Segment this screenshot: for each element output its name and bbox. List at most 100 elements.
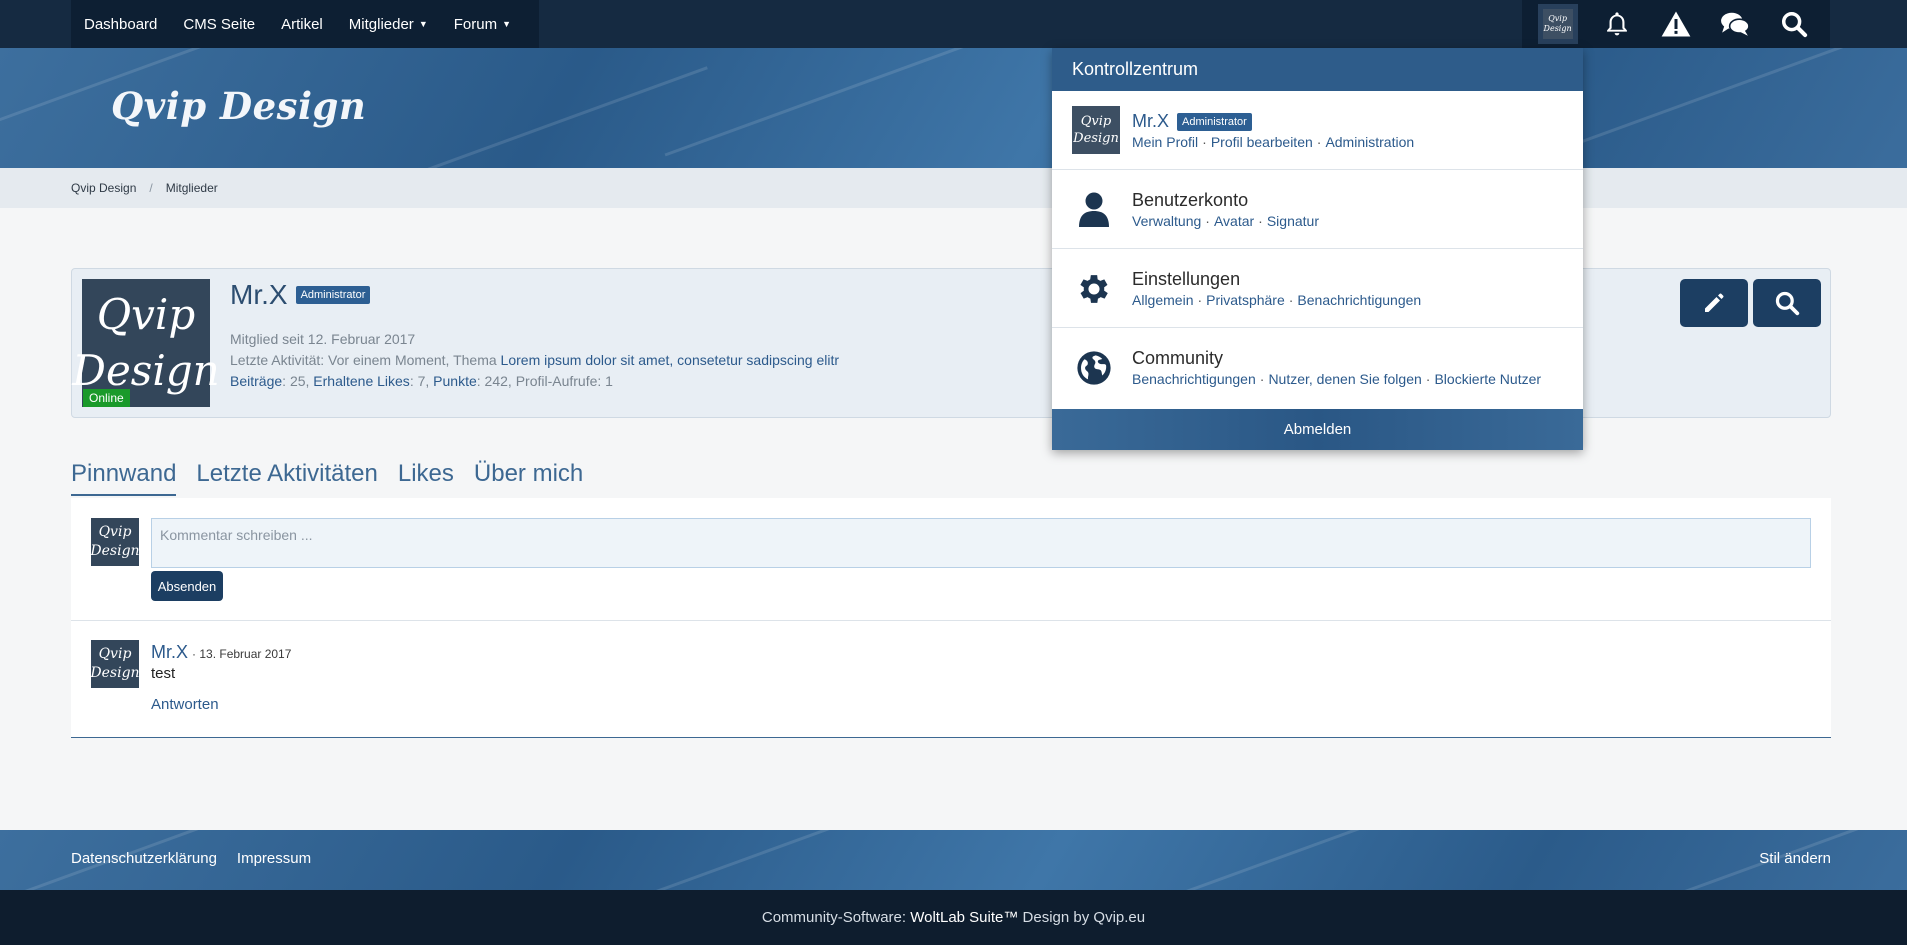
warning-icon [1661,11,1691,37]
copyright-product-link[interactable]: WoltLab Suite™ [910,909,1018,926]
last-activity-label: Letzte Aktivität: Vor einem Moment, [230,352,450,368]
link-allgemein[interactable]: Allgemein [1132,292,1193,308]
dropdown-user-name-row: Mr.X Administrator [1132,111,1252,132]
avatar[interactable]: Qvip Design [90,640,140,688]
avatar-text-line: Qvip [1548,14,1567,23]
dropdown-section-community: Community Benachrichtigungen · Nutzer, den… [1052,328,1583,407]
conversations-button[interactable] [1715,4,1755,44]
comment-input[interactable]: Kommentar schreiben ... [151,518,1811,568]
nav-cms-seite[interactable]: CMS Seite [170,0,268,48]
link-administration[interactable]: Administration [1325,134,1414,150]
user-avatar-icon: Qvip Design [1072,106,1120,154]
search-button[interactable] [1774,4,1814,44]
nav-cms-label: CMS Seite [183,15,256,33]
user-rank-badge: Administrator [295,286,371,304]
search-icon [1782,11,1808,38]
post-author-link[interactable]: Mr.X [151,642,188,663]
breadcrumb-item-members[interactable]: Mitglieder [166,181,218,195]
link-signatur[interactable]: Signatur [1267,213,1319,229]
dropdown-section-links: Verwaltung · Avatar · Signatur [1132,213,1319,229]
avatar-text-line: Design [90,665,140,681]
link-blocked-users[interactable]: Blockierte Nutzer [1434,371,1541,387]
copyright: Community-Software: WoltLab Suite™ Desig… [0,890,1907,945]
tab-pinnwand[interactable]: Pinnwand [71,460,177,496]
avatar-text-line: Design [1073,131,1119,146]
stat-posts-value: 25 [289,373,306,389]
last-activity-thread-link[interactable]: Lorem ipsum dolor sit amet, consetetur s… [501,352,839,368]
tab-ueber-mich[interactable]: Über mich [474,460,583,496]
link-my-profile[interactable]: Mein Profil [1132,134,1198,150]
nav-dashboard[interactable]: Dashboard [71,0,170,48]
profile-stats: Beiträge: 25, Erhaltene Likes: 7, Punkte… [230,373,613,389]
tab-letzte-aktivitaeten[interactable]: Letzte Aktivitäten [196,460,377,496]
bell-icon [1606,12,1627,36]
footer-link-privacy[interactable]: Datenschutzerklärung [71,850,217,867]
stat-likes-label[interactable]: Erhaltene Likes [313,373,410,389]
link-avatar[interactable]: Avatar [1214,213,1254,229]
link-privatsphaere[interactable]: Privatsphäre [1206,292,1285,308]
globe-icon [1072,346,1116,390]
change-style-link[interactable]: Stil ändern [1759,850,1831,867]
nav-mitglieder-label: Mitglieder [348,15,414,33]
avatar: Qvip Design [90,518,140,566]
chevron-down-icon: ▼ [502,19,511,29]
profile-name: Mr.X [230,279,288,310]
breadcrumb-separator: / [149,181,153,195]
profile-name-row: Mr.X Administrator [230,279,371,311]
footer-link-imprint[interactable]: Impressum [237,850,311,867]
dropdown-user-links: Mein Profil · Profil bearbeiten · Administra… [1132,134,1415,150]
profile-tabs: Pinnwand Letzte Aktivitäten Likes Über m… [71,460,583,496]
nav-forum[interactable]: Forum ▼ [441,0,524,48]
dropdown-user-name[interactable]: Mr.X [1132,111,1169,132]
stat-posts-label[interactable]: Beiträge [230,373,282,389]
tab-likes[interactable]: Likes [398,460,454,496]
send-comment-button[interactable]: Absenden [151,571,223,601]
avatar-text-line: Qvip [98,646,132,662]
avatar[interactable]: Qvip Design [1072,106,1120,154]
dropdown-section-title[interactable]: Benutzerkonto [1132,190,1248,211]
top-bar: Dashboard CMS Seite Artikel Mitglieder ▼ … [0,0,1907,48]
pencil-icon [1705,293,1724,312]
nav-forum-label: Forum [453,15,498,33]
user-icon [1072,188,1116,232]
last-activity-thema: Thema [453,352,497,368]
notifications-button[interactable] [1597,4,1637,44]
user-avatar-icon: Qvip Design [1542,9,1573,39]
pinnwand-content: Qvip Design Kommentar schreiben ... Abse… [71,498,1831,738]
reply-link[interactable]: Antworten [151,696,219,713]
link-community-notifications[interactable]: Benachrichtigungen [1132,371,1256,387]
avatar-text-line: Qvip [96,290,196,339]
link-benachrichtigungen[interactable]: Benachrichtigungen [1297,292,1421,308]
moderation-button[interactable] [1656,4,1696,44]
breadcrumb: Qvip Design / Mitglieder [0,168,1907,208]
chevron-down-icon: ▼ [418,19,428,29]
dropdown-section-title[interactable]: Einstellungen [1132,269,1240,290]
dropdown-section-title[interactable]: Community [1132,348,1223,369]
stat-points-value: 242 [484,373,508,389]
edit-profile-button[interactable] [1680,279,1748,327]
user-menu-button[interactable]: Qvip Design [1537,4,1578,44]
online-status-badge: Online [83,389,130,407]
avatar-text-line: Design [90,543,140,559]
avatar: Qvip Design [72,279,220,407]
link-verwaltung[interactable]: Verwaltung [1132,213,1201,229]
post-date: · 13. Februar 2017 [192,647,292,661]
nav-mitglieder[interactable]: Mitglieder ▼ [336,0,441,48]
profile-search-button[interactable] [1753,279,1821,327]
nav-artikel-label: Artikel [281,15,323,33]
divider [71,620,1831,621]
link-following[interactable]: Nutzer, denen Sie folgen [1268,371,1421,387]
gear-icon [1072,267,1116,311]
stat-points-label[interactable]: Punkte [433,373,477,389]
nav-artikel[interactable]: Artikel [268,0,336,48]
link-edit-profile[interactable]: Profil bearbeiten [1211,134,1313,150]
nav-dashboard-label: Dashboard [84,15,158,33]
copyright-design[interactable]: Design by Qvip.eu [1023,909,1146,926]
post-header: Mr.X · 13. Februar 2017 [151,642,291,663]
breadcrumb-item-home[interactable]: Qvip Design [71,181,136,195]
site-logo[interactable]: Qvip Design [111,84,366,128]
copyright-prefix: Community-Software: [761,909,907,926]
member-since: Mitglied seit 12. Februar 2017 [230,331,416,347]
logout-button[interactable]: Abmelden [1052,409,1583,450]
chat-icon [1721,12,1750,36]
